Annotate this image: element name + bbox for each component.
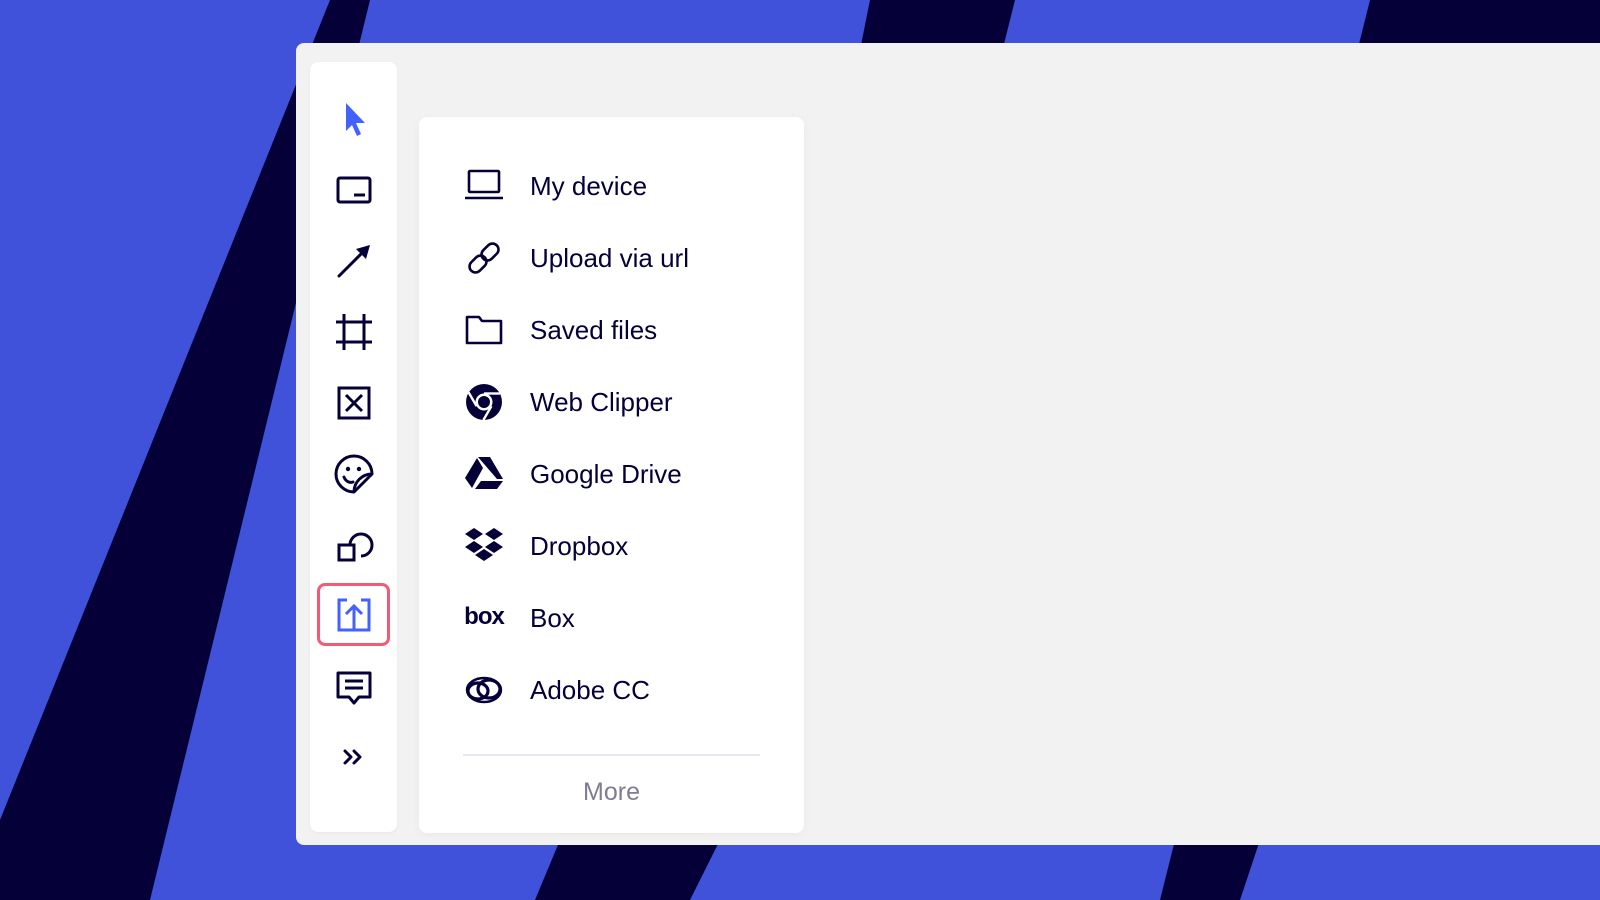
menu-item-label: Google Drive [530, 458, 682, 489]
menu-item-label: Box [530, 602, 575, 633]
chrome-icon [459, 377, 509, 427]
text-card-icon [336, 176, 371, 203]
menu-item-adobe-cc[interactable]: Adobe CC [459, 662, 769, 718]
box-logo-icon: box [459, 593, 509, 643]
menu-item-label: Dropbox [530, 530, 629, 561]
menu-item-box[interactable]: box Box [459, 590, 769, 646]
cursor-icon [345, 102, 365, 136]
frame-tool-button[interactable] [317, 300, 390, 363]
menu-item-my-device[interactable]: My device [459, 158, 769, 214]
menu-divider [463, 754, 760, 756]
board-window: My device Upload via url Saved files Web… [296, 43, 1600, 845]
menu-item-google-drive[interactable]: Google Drive [459, 446, 769, 502]
left-toolbar [310, 62, 397, 832]
shapes-icon [337, 532, 373, 561]
more-tools-button[interactable] [317, 725, 390, 788]
menu-item-label: My device [530, 170, 648, 201]
double-chevron-right-icon [343, 749, 361, 764]
sticker-tool-button[interactable] [317, 442, 390, 505]
more-button[interactable]: More [419, 767, 804, 817]
upload-menu-panel: My device Upload via url Saved files Web… [419, 117, 804, 833]
dropbox-icon [459, 521, 509, 571]
menu-item-web-clipper[interactable]: Web Clipper [459, 374, 769, 430]
comment-icon [336, 671, 371, 704]
menu-item-saved-files[interactable]: Saved files [459, 302, 769, 358]
arrow-icon [337, 244, 370, 277]
text-tool-button[interactable] [317, 158, 390, 221]
screen: My device Upload via url Saved files Web… [0, 0, 1600, 900]
frame-icon [335, 313, 372, 350]
select-tool-button[interactable] [317, 87, 390, 150]
shapes-tool-button[interactable] [317, 513, 390, 576]
sticker-icon [334, 454, 373, 493]
google-drive-icon [459, 449, 509, 499]
menu-item-label: Upload via url [530, 242, 689, 273]
comment-tool-button[interactable] [317, 656, 390, 719]
upload-icon [337, 598, 370, 631]
crop-tool-button[interactable] [317, 371, 390, 434]
menu-item-label: Saved files [530, 314, 658, 345]
menu-item-upload-via-url[interactable]: Upload via url [459, 230, 769, 286]
line-tool-button[interactable] [317, 229, 390, 292]
menu-item-label: Web Clipper [530, 386, 673, 417]
upload-tool-button[interactable] [317, 583, 390, 646]
adobe-cc-icon [459, 665, 509, 715]
link-icon [459, 233, 509, 283]
folder-icon [459, 305, 509, 355]
laptop-icon [459, 161, 509, 211]
menu-item-dropbox[interactable]: Dropbox [459, 518, 769, 574]
menu-item-label: Adobe CC [530, 674, 650, 705]
crossed-box-icon [337, 386, 370, 419]
svg-text:box: box [464, 603, 505, 630]
